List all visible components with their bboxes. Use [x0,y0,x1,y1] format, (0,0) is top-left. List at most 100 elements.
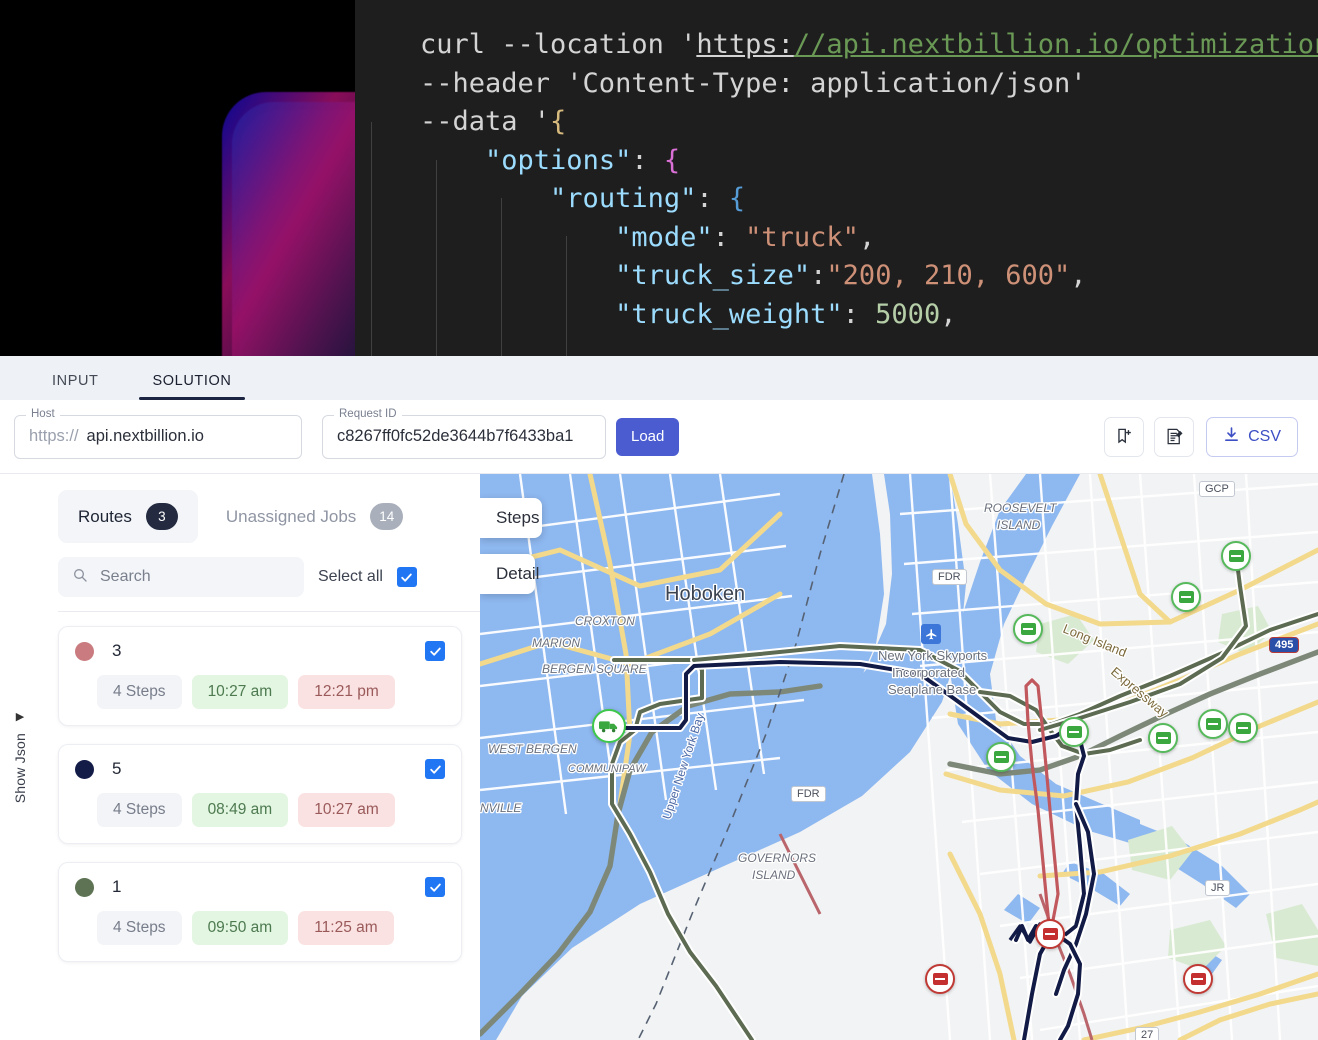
map-route-shield: JR [1205,880,1231,896]
route-steps-chip: 4 Steps [97,675,182,709]
code-token: , [940,298,957,330]
host-value: api.nextbillion.io [86,427,204,445]
route-card-chips: 4 Steps 10:27 am 12:21 pm [75,675,445,709]
download-csv-button[interactable]: CSV [1206,416,1298,457]
app-root: curl --location 'https://api.nextbillion… [0,0,1318,1040]
code-token: { [663,144,681,176]
route-checkbox[interactable] [425,877,445,897]
code-token: : [631,144,664,176]
search-row: Search Select all [40,543,480,611]
code-token: --data ' [420,106,551,137]
package-icon [932,973,948,985]
job-marker-red[interactable] [1183,964,1213,994]
show-json-rail[interactable]: ▶ Show Json [0,474,40,1040]
search-placeholder: Search [100,568,151,585]
code-token: : [842,298,876,330]
code-token: , [1070,260,1087,291]
code-line: "routing": { [420,180,1318,219]
map-panel-steps[interactable]: Steps [480,498,542,538]
request-id-value: c8267ff0fc52de3644b7f6433ba1 [337,427,574,445]
airport-icon [921,624,941,644]
route-start-time-chip: 09:50 am [191,911,289,945]
job-marker-green[interactable] [1228,713,1258,743]
routes-sidebar: Routes 3 Unassigned Jobs 14 Search Selec… [40,474,480,1040]
code-line: "options": { [420,142,1318,181]
map-tiles [480,474,1318,1040]
load-button[interactable]: Load [616,417,680,456]
package-icon [1042,928,1058,940]
request-id-legend: Request ID [334,407,402,420]
code-token: "mode" [615,221,713,253]
report-icon[interactable] [1154,416,1195,457]
route-card[interactable]: 5 4 Steps 08:49 am 10:27 am [58,744,462,844]
route-id: 1 [112,877,122,896]
sidebar-item-routes[interactable]: Routes 3 [58,490,198,543]
code-snippet-panel: curl --location 'https://api.nextbillion… [355,0,1318,356]
route-start-time-chip: 08:49 am [191,793,289,827]
package-icon [1235,722,1251,734]
code-token: "options" [485,144,632,176]
route-steps-chip: 4 Steps [97,911,182,945]
route-card-chips: 4 Steps 09:50 am 11:25 am [75,911,445,945]
job-marker-green[interactable] [1221,541,1251,571]
route-id: 3 [112,641,122,660]
csv-label: CSV [1248,427,1281,445]
code-token: : [712,221,746,253]
route-color-dot [75,641,94,661]
sidebar-segment-row: Routes 3 Unassigned Jobs 14 [40,474,480,543]
job-marker-green[interactable] [1171,582,1201,612]
truck-icon[interactable] [592,709,626,743]
code-token: "truck" [745,221,859,253]
code-token: --header 'Content-Type: application/json… [420,67,1087,99]
job-marker-green[interactable] [1059,717,1089,747]
host-field[interactable]: Host https:// api.nextbillion.io [14,407,302,459]
job-marker-green[interactable] [1013,614,1043,644]
route-checkbox[interactable] [425,641,445,661]
job-marker-green[interactable] [1148,723,1178,753]
route-checkbox[interactable] [425,759,445,779]
route-id: 5 [112,759,122,778]
routes-label: Routes [78,506,132,526]
map-panel-detail[interactable]: Detail [480,554,539,594]
unassigned-jobs-label: Unassigned Jobs [225,506,357,526]
tab-solution[interactable]: SOLUTION [138,373,246,400]
code-indent-guide [436,160,437,356]
job-marker-red[interactable] [1035,919,1065,949]
code-token: https: [696,29,794,60]
map-canvas[interactable]: HobokenNew YorkCROXTONMARIONBERGEN SQUAR… [480,474,1318,1040]
select-all-label: Select all [318,568,383,585]
select-all-checkbox[interactable] [396,567,417,587]
map-route-shield: GCP [1199,481,1235,497]
map-route-shield: 495 [1269,637,1300,653]
code-line: "truck_size":"200, 210, 600", [420,257,1318,296]
search-icon [72,567,88,588]
code-indent-guide [566,236,567,356]
code-token: { [728,183,746,214]
route-end-time-chip: 11:25 am [298,911,394,945]
request-id-field[interactable]: Request ID c8267ff0fc52de3644b7f6433ba1 [322,407,606,459]
job-marker-red[interactable] [925,964,955,994]
code-token: { [550,106,567,137]
tab-input[interactable]: INPUT [38,373,113,400]
route-card[interactable]: 3 4 Steps 10:27 am 12:21 pm [58,626,462,726]
tab-bar: INPUT SOLUTION [0,356,1318,400]
route-card[interactable]: 1 4 Steps 09:50 am 11:25 am [58,862,462,962]
host-prefix: https:// [29,427,79,445]
chevron-right-icon: ▶ [15,711,25,724]
job-marker-green[interactable] [1198,709,1228,739]
routes-list[interactable]: 3 4 Steps 10:27 am 12:21 pm 5 4 Steps 08:49 am… [40,612,480,1040]
package-icon [1190,973,1206,985]
download-icon [1223,426,1240,448]
route-color-dot [75,759,94,779]
unassigned-jobs-count-badge: 14 [370,503,404,530]
code-token: "truck_size" [615,260,811,291]
job-marker-green[interactable] [986,742,1016,772]
package-icon [1228,550,1244,562]
search-input[interactable]: Search [58,557,304,597]
route-card-header: 1 [75,877,445,897]
code-token: "routing" [550,183,697,214]
sidebar-item-unassigned-jobs[interactable]: Unassigned Jobs 14 [206,490,423,543]
bookmark-plus-icon[interactable] [1104,416,1145,457]
